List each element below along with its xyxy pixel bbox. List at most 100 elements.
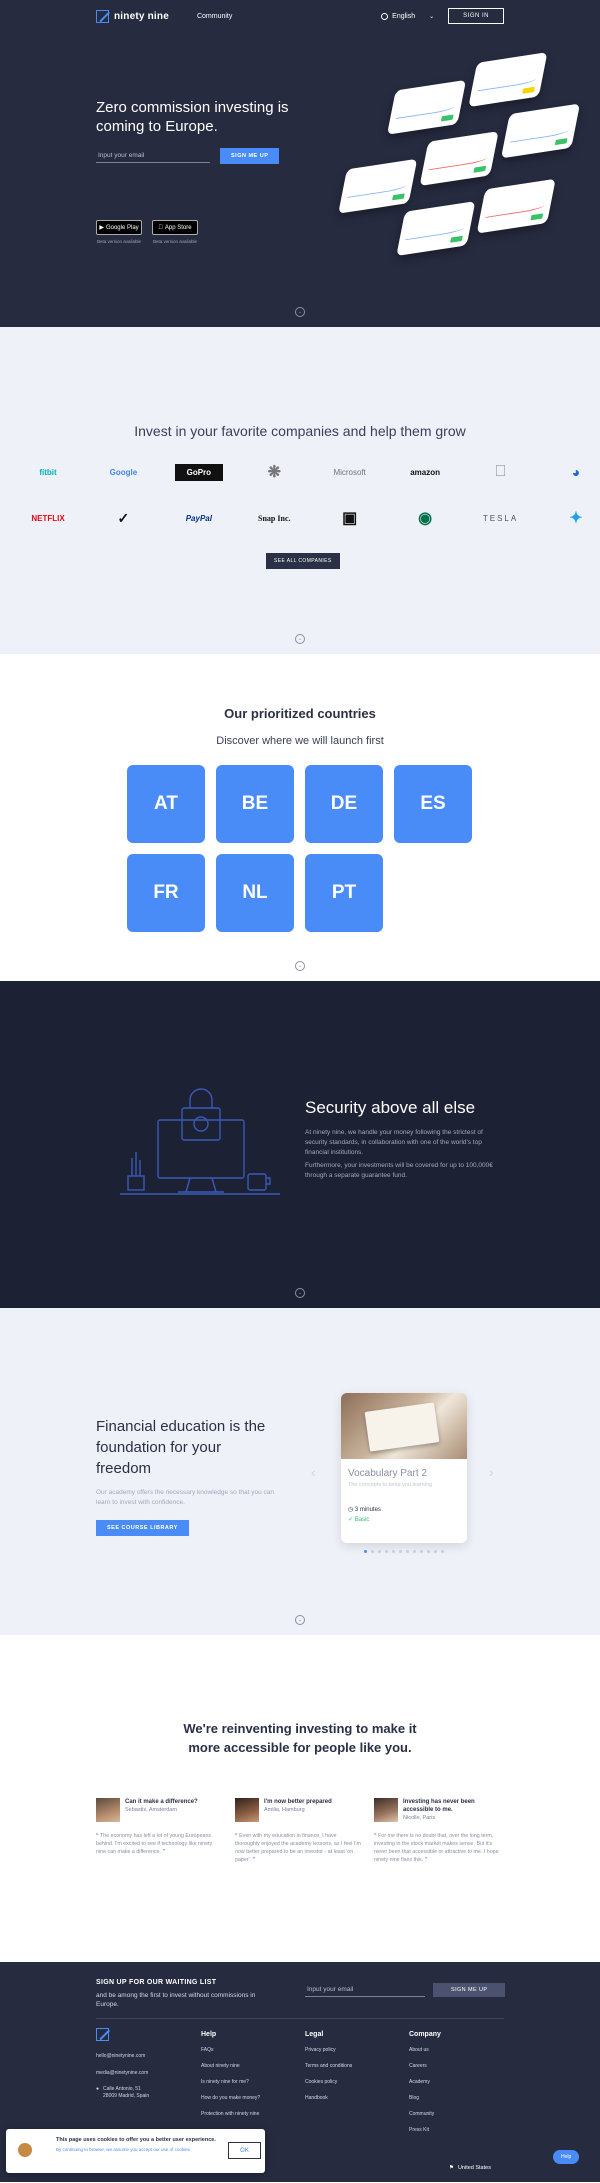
company-logo-google[interactable]: Google	[99, 468, 147, 477]
globe-icon	[381, 12, 389, 20]
security-section: Security above all else At ninety nine, …	[0, 981, 600, 1308]
footer-link[interactable]: Privacy policy	[305, 2047, 352, 2053]
security-paragraph-2: Furthermore, your investments will be co…	[305, 1162, 493, 1179]
company-logo-tesla[interactable]: TESLA	[477, 514, 525, 523]
footer-email-media[interactable]: media@ninetynine.com	[96, 2070, 148, 2077]
stock-card	[468, 52, 548, 108]
country-tile-be[interactable]: BE	[216, 765, 294, 843]
carousel-dot[interactable]	[413, 1550, 416, 1553]
company-logo-twitter[interactable]: ✦	[552, 508, 600, 528]
scroll-down-icon[interactable]: ⌄	[295, 961, 305, 971]
carousel-dot[interactable]	[406, 1550, 409, 1553]
company-logo-apple[interactable]: 	[477, 463, 525, 481]
scroll-down-icon[interactable]: ⌄	[295, 1288, 305, 1298]
google-play-label: Google Play	[105, 224, 139, 231]
footer-link[interactable]: Community	[409, 2111, 441, 2117]
footer-link[interactable]: Blog	[409, 2095, 441, 2101]
footer-link[interactable]: Careers	[409, 2063, 441, 2069]
stock-card	[500, 103, 581, 159]
company-logo-amazon[interactable]: amazon	[401, 468, 449, 477]
country-tile-nl[interactable]: NL	[216, 854, 294, 932]
scroll-down-icon[interactable]: ⌄	[295, 1615, 305, 1625]
scroll-down-icon[interactable]: ⌄	[295, 307, 305, 317]
carousel-dots	[364, 1550, 444, 1553]
company-logo-square[interactable]: ▣	[326, 508, 374, 528]
company-logo-microsoft[interactable]: Microsoft	[326, 468, 374, 477]
carousel-dot[interactable]	[441, 1550, 444, 1553]
hero-email-input[interactable]	[96, 149, 210, 163]
footer-signup-button[interactable]: SIGN ME UP	[433, 1983, 506, 1997]
hero-signup-button[interactable]: SIGN ME UP	[220, 148, 280, 164]
company-logo-paypal[interactable]: PayPal	[175, 514, 223, 523]
country-tile-pt[interactable]: PT	[305, 854, 383, 932]
footer-link[interactable]: Handbook	[305, 2095, 352, 2101]
company-logo-mercedes[interactable]: ❋	[250, 462, 298, 482]
nav-community-link[interactable]: Community	[197, 13, 232, 20]
location-pin-icon: ●	[96, 2086, 100, 2092]
country-tile-fr[interactable]: FR	[127, 854, 205, 932]
cookie-text[interactable]: By continuing to browse, we assume you a…	[56, 2146, 206, 2153]
course-card[interactable]: Vocabulary Part 2 The concepts to keep y…	[341, 1393, 467, 1543]
footer-link[interactable]: Cookies policy	[305, 2079, 352, 2085]
hero-title: Zero commission investing is coming to E…	[96, 99, 289, 135]
language-selector[interactable]: English ⌄	[381, 12, 434, 20]
testimonial-quote: “ For me there is no doubt that, over th…	[374, 1833, 499, 1863]
sign-in-button[interactable]: SIGN IN	[448, 8, 504, 24]
company-logo-snap[interactable]: Snap Inc.	[250, 514, 298, 523]
footer-link[interactable]: Academy	[409, 2079, 441, 2085]
language-label: English	[392, 12, 416, 20]
footer-divider	[96, 2018, 504, 2019]
company-logo-starbucks[interactable]: ◉	[401, 508, 449, 528]
carousel-dot[interactable]	[378, 1550, 381, 1553]
see-all-companies-button[interactable]: SEE ALL COMPANIES	[266, 553, 340, 569]
carousel-dot[interactable]	[420, 1550, 423, 1553]
footer-link[interactable]: Protection with ninety nine	[201, 2111, 260, 2117]
play-icon: ▶	[99, 225, 104, 231]
country-tile-at[interactable]: AT	[127, 765, 205, 843]
company-logo-bmw[interactable]: ◕	[552, 464, 600, 480]
cookie-ok-button[interactable]: OK	[228, 2142, 261, 2159]
country-tile-es[interactable]: ES	[394, 765, 472, 843]
course-level: ✓ Basic	[348, 1517, 370, 1523]
footer-link[interactable]: About ninety nine	[201, 2063, 260, 2069]
carousel-dot[interactable]	[399, 1550, 402, 1553]
company-logo-netflix[interactable]: NETFLIX	[24, 514, 72, 523]
google-play-badge[interactable]: ▶ Google Play	[96, 220, 142, 235]
carousel-dot[interactable]	[385, 1550, 388, 1553]
footer-link[interactable]: About us	[409, 2047, 441, 2053]
scroll-down-icon[interactable]: ⌄	[295, 634, 305, 644]
company-logo-gopro[interactable]: GoPro	[174, 463, 223, 481]
footer-signup-subtitle: and be among the first to invest without…	[96, 1992, 256, 2008]
footer-link[interactable]: Is ninety nine for me?	[201, 2079, 260, 2085]
brand-logo[interactable]: ninety nine	[96, 9, 169, 23]
carousel-dot[interactable]	[371, 1550, 374, 1553]
help-button[interactable]: Help	[553, 2150, 580, 2164]
footer-link[interactable]: How do you make money?	[201, 2095, 260, 2101]
app-store-badge[interactable]:  App Store	[152, 220, 198, 235]
countries-subtitle: Discover where we will launch first	[216, 735, 384, 747]
logo-mark-icon	[96, 2028, 109, 2041]
footer-link[interactable]: Press Kit	[409, 2127, 441, 2133]
carousel-dot[interactable]	[364, 1550, 367, 1553]
footer-email-input[interactable]	[305, 1983, 425, 1997]
footer-link[interactable]: Terms and conditions	[305, 2063, 352, 2069]
carousel-dot[interactable]	[434, 1550, 437, 1553]
company-logos-row-1: fitbit Google GoPro ❋ Microsoft amazon …	[24, 462, 600, 482]
company-logo-fitbit[interactable]: fitbit	[24, 468, 72, 477]
footer-address: ● Calle Antonio, 51 28009 Madrid, Spain	[96, 2086, 150, 2099]
country-selector[interactable]: ⚑ United States	[449, 2165, 491, 2171]
testimonial-card: Can it make a difference? Sebastis, Amst…	[96, 1798, 222, 1856]
carousel-dot[interactable]	[427, 1550, 430, 1553]
countries-section: Our prioritized countries Discover where…	[0, 654, 600, 981]
quote-open-icon: “	[96, 1833, 99, 1839]
carousel-prev-icon[interactable]: ‹	[311, 1464, 316, 1480]
footer-link[interactable]: FAQs	[201, 2047, 260, 2053]
footer-email-hello[interactable]: hello@ninetynine.com	[96, 2053, 145, 2060]
cookie-title: This page uses cookies to offer you a be…	[56, 2137, 216, 2143]
see-course-library-button[interactable]: SEE COURSE LIBRARY	[96, 1520, 189, 1536]
company-logo-nike[interactable]: ✓	[99, 510, 147, 527]
footer-logo[interactable]	[96, 2028, 109, 2041]
carousel-dot[interactable]	[392, 1550, 395, 1553]
carousel-next-icon[interactable]: ›	[489, 1464, 494, 1480]
country-tile-de[interactable]: DE	[305, 765, 383, 843]
